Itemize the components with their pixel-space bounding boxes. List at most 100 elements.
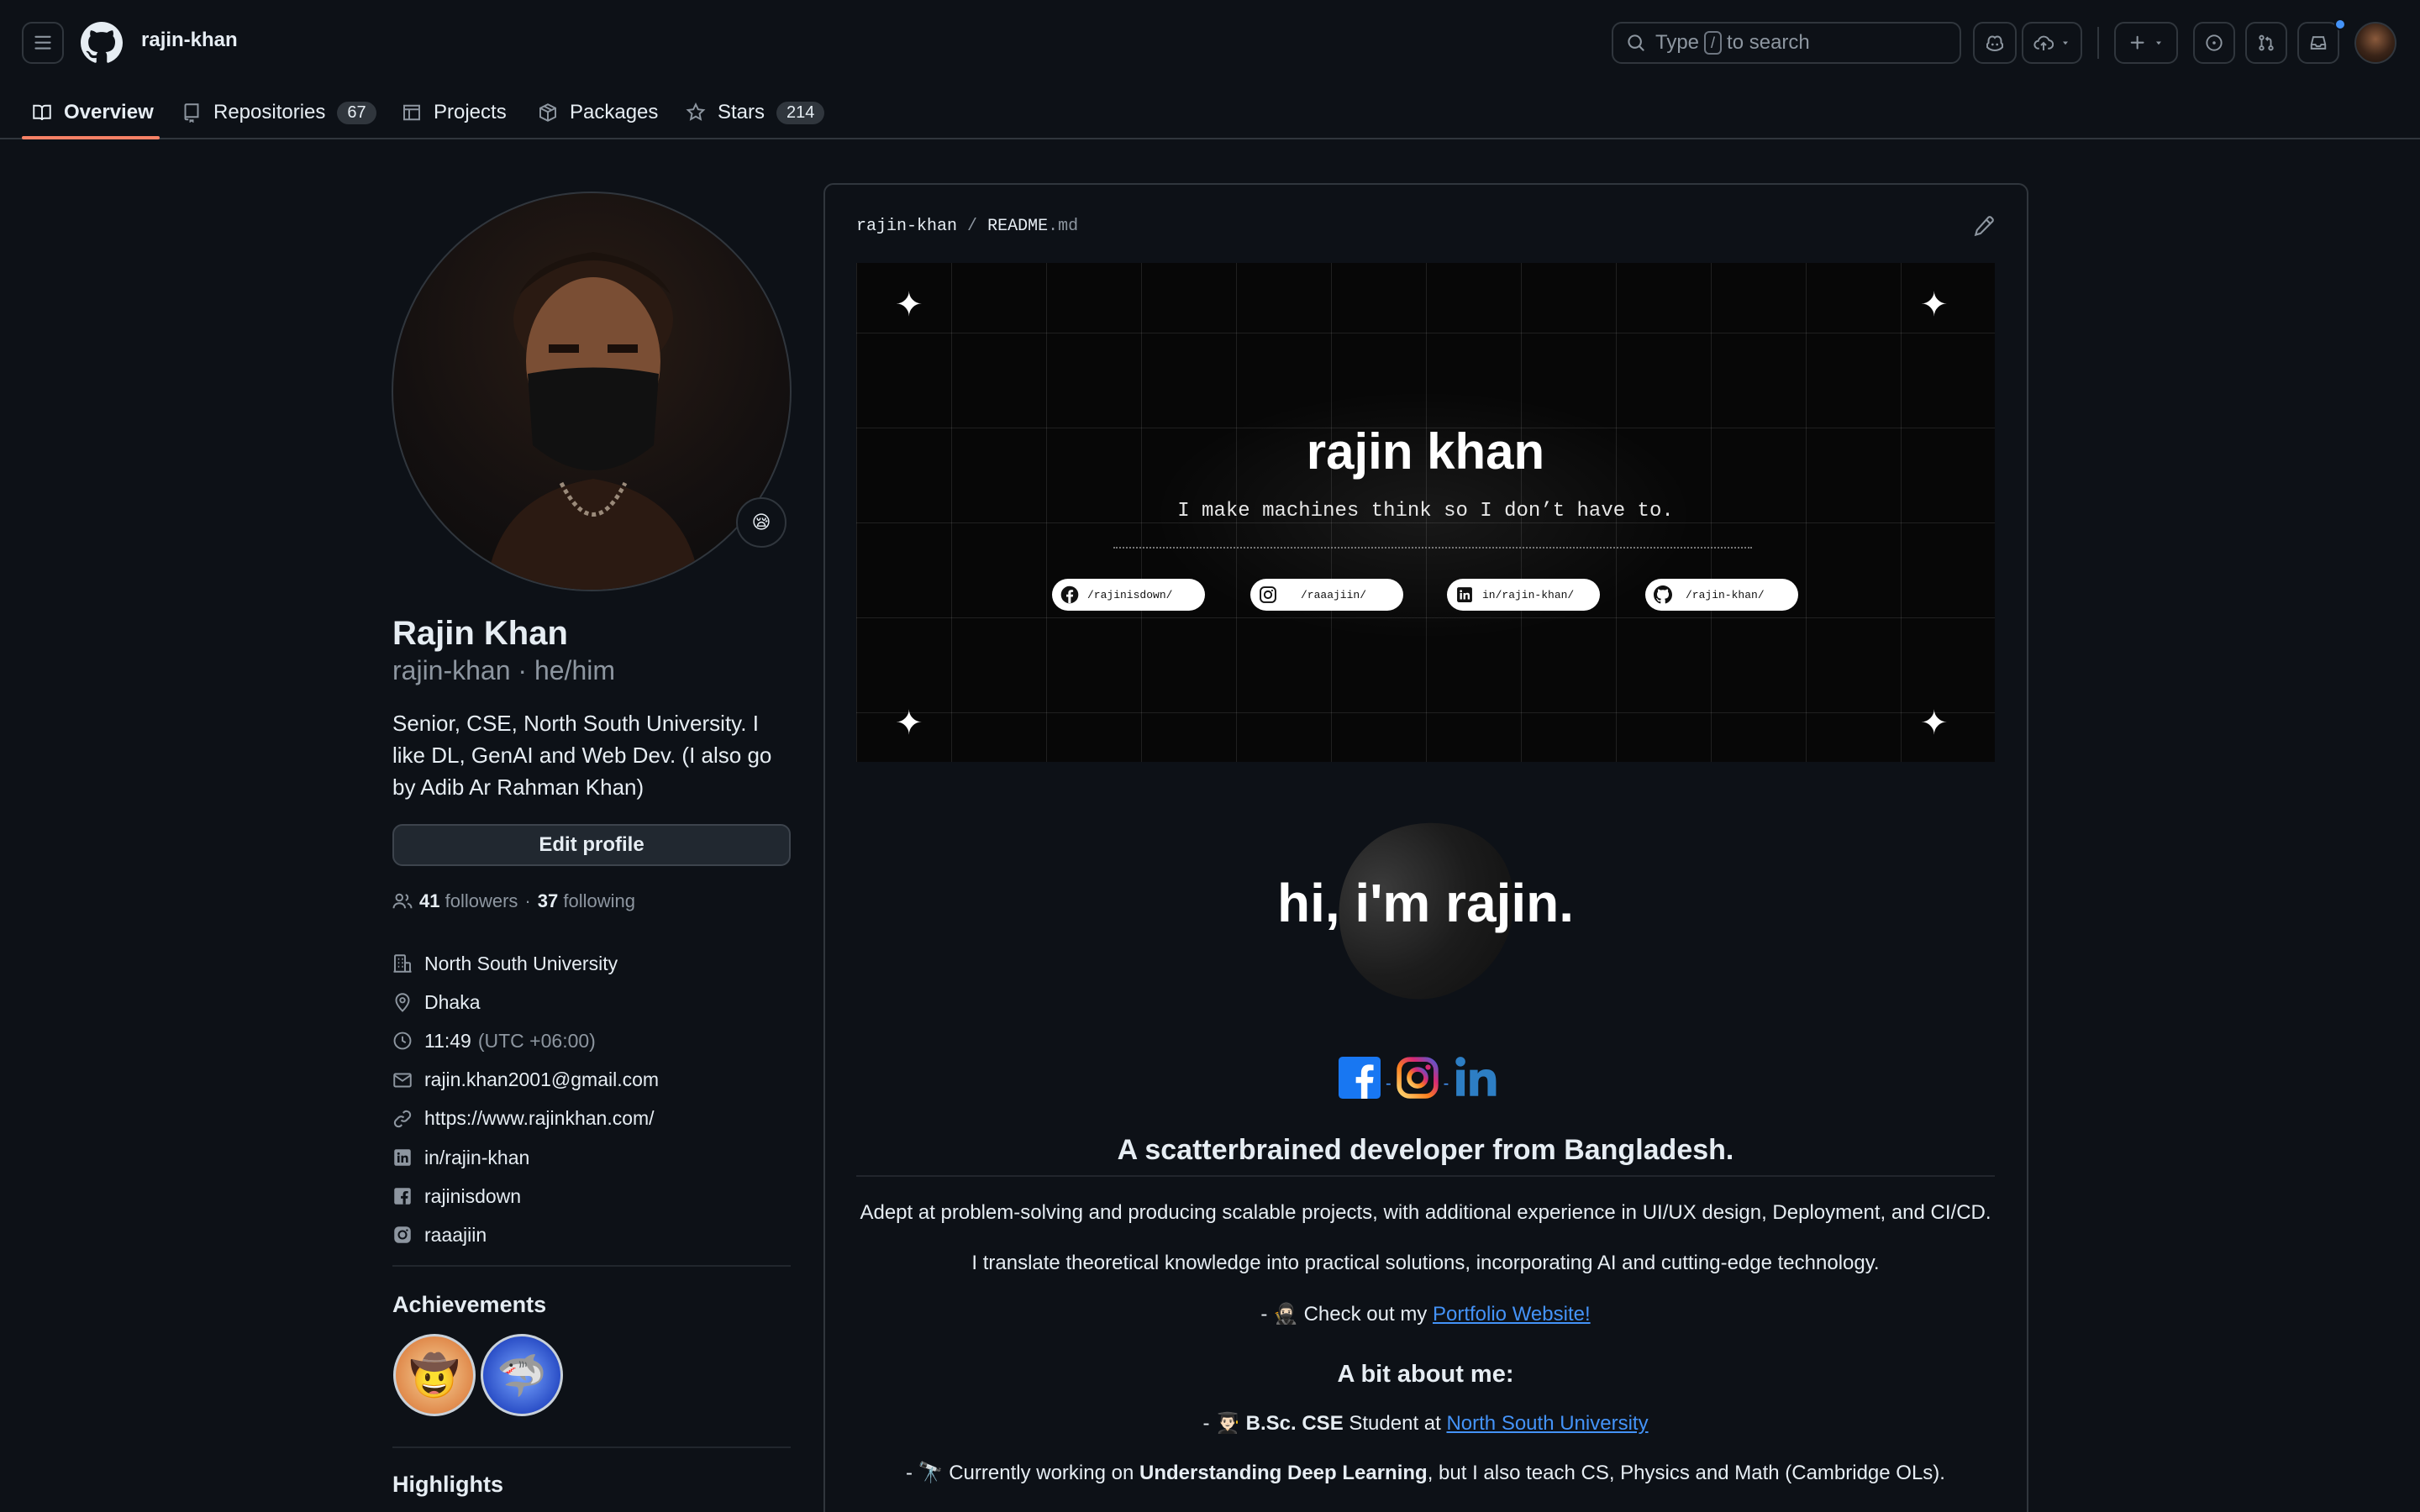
local-time-text: 11:49 — [424, 1029, 471, 1052]
instagram-link[interactable]: raaajiin — [424, 1224, 487, 1247]
context-username[interactable]: rajin-khan — [141, 29, 238, 52]
facebook-item[interactable]: rajinisdown — [392, 1177, 796, 1215]
active-tab-indicator — [22, 136, 160, 139]
achievement-badge-quickdraw[interactable]: 🤠 — [393, 1334, 476, 1416]
location-icon — [392, 992, 413, 1013]
local-time-item: 11:49 (UTC +06:00) — [392, 1021, 796, 1060]
readme-working-line: - 🔭 Currently working on Understanding D… — [856, 1461, 1995, 1485]
issue-opened-icon — [2205, 34, 2223, 52]
tab-projects[interactable]: Projects — [402, 86, 507, 139]
copilot-button[interactable] — [1973, 22, 2017, 64]
github-icon — [1654, 585, 1672, 604]
profile-details: North South University Dhaka 11:49 (UTC … — [392, 944, 796, 1255]
package-icon — [538, 102, 558, 123]
readme-owner-link[interactable]: rajin-khan — [856, 217, 957, 236]
followers-link[interactable]: 41 followers — [419, 890, 518, 912]
sparkle-icon: ✦ — [1920, 286, 1949, 323]
university-link[interactable]: North South University — [1446, 1412, 1648, 1435]
banner-instagram-link[interactable]: /raaajiin/ — [1250, 579, 1403, 611]
working-suffix: , but I also teach CS, Physics and Math … — [1427, 1462, 1945, 1484]
banner-link-label: in/rajin-khan/ — [1482, 588, 1575, 601]
star-icon — [686, 102, 706, 123]
follow-stats: 41 followers · 37 following — [392, 890, 635, 912]
facebook-link[interactable]: rajinisdown — [424, 1185, 521, 1208]
sidebar-divider — [392, 1446, 791, 1448]
email-link[interactable]: rajin.khan2001@gmail.com — [424, 1068, 659, 1091]
link-icon — [392, 1109, 413, 1129]
readme-extension: .md — [1048, 217, 1079, 236]
chevron-down-icon — [2154, 38, 2164, 48]
tab-overview[interactable]: Overview — [32, 86, 154, 139]
hamburger-icon — [34, 34, 52, 52]
chevron-down-icon — [2060, 38, 2070, 48]
banner-link-label: /rajin-khan/ — [1686, 588, 1765, 601]
notifications-button[interactable] — [2297, 22, 2339, 64]
readme-paragraph-1: Adept at problem-solving and producing s… — [860, 1201, 1991, 1224]
tab-label: Projects — [434, 101, 507, 123]
website-link[interactable]: https://www.rajinkhan.com/ — [424, 1107, 655, 1130]
profile-avatar[interactable] — [392, 192, 792, 591]
notification-indicator — [2334, 18, 2346, 30]
readme-degree-line: - 👨🏻‍🎓 B.Sc. CSE Student at North South … — [856, 1411, 1995, 1436]
issues-button[interactable] — [2193, 22, 2235, 64]
table-icon — [402, 102, 422, 123]
mail-icon — [392, 1070, 413, 1090]
codespaces-button[interactable] — [2022, 22, 2082, 64]
create-new-button[interactable] — [2114, 22, 2178, 64]
repo-count-badge: 67 — [337, 101, 376, 124]
working-prefix: - 🔭 Currently working on — [906, 1462, 1134, 1484]
achievement-badge-pull-shark[interactable]: 🦈 — [481, 1334, 563, 1416]
github-logo-icon[interactable] — [81, 22, 123, 64]
search-shortcut-key: / — [1704, 31, 1723, 55]
edit-readme-button[interactable] — [1973, 215, 1995, 237]
user-avatar-menu[interactable] — [2354, 22, 2396, 64]
banner-linkedin-link[interactable]: in/rajin-khan/ — [1447, 579, 1600, 611]
linkedin-logo-link[interactable] — [1454, 1057, 1501, 1099]
social-separator: - — [1443, 1074, 1449, 1093]
sparkle-icon: ✦ — [1920, 705, 1949, 742]
banner-github-link[interactable]: /rajin-khan/ — [1645, 579, 1798, 611]
menu-button[interactable] — [22, 22, 64, 64]
website-item[interactable]: https://www.rajinkhan.com/ — [392, 1100, 796, 1138]
sparkle-icon: ✦ — [895, 286, 923, 323]
edit-profile-button[interactable]: Edit profile — [392, 824, 791, 866]
repo-icon — [182, 102, 202, 123]
working-bold: Understanding Deep Learning — [1139, 1462, 1428, 1484]
tab-label: Packages — [570, 101, 659, 123]
greeting-text: hi, i'm rajin. — [1276, 873, 1575, 933]
search-input[interactable]: Type / to search — [1612, 22, 1961, 64]
banner-title: rajin khan — [1306, 423, 1545, 480]
pull-requests-button[interactable] — [2245, 22, 2287, 64]
tab-label: Overview — [64, 101, 154, 123]
sparkle-icon: ✦ — [895, 705, 923, 742]
portfolio-link[interactable]: Portfolio Website! — [1433, 1303, 1591, 1326]
following-link[interactable]: 37 following — [538, 890, 635, 912]
organization-text: North South University — [424, 952, 618, 974]
linkedin-item[interactable]: in/rajin-khan — [392, 1138, 796, 1177]
tab-packages[interactable]: Packages — [538, 86, 658, 139]
inbox-icon — [2309, 34, 2328, 52]
tab-stars[interactable]: Stars 214 — [686, 86, 825, 139]
linkedin-icon — [1455, 1057, 1497, 1096]
status-emoji-button[interactable]: 😪 — [736, 497, 786, 548]
instagram-item[interactable]: raaajiin — [392, 1215, 796, 1254]
followers-count: 41 — [419, 890, 440, 911]
location-item: Dhaka — [392, 983, 796, 1021]
instagram-logo-link[interactable] — [1396, 1057, 1439, 1099]
linkedin-link[interactable]: in/rajin-khan — [424, 1147, 529, 1169]
organization-item: North South University — [392, 944, 796, 983]
tab-repositories[interactable]: Repositories 67 — [182, 86, 376, 139]
cloud-upload-icon — [2033, 33, 2054, 53]
banner-link-label: /raaajiin/ — [1301, 588, 1367, 601]
people-icon — [392, 891, 413, 911]
degree-bold: B.Sc. CSE — [1245, 1412, 1344, 1435]
banner-facebook-link[interactable]: /rajinisdown/ — [1052, 579, 1205, 611]
pencil-icon — [1973, 215, 1995, 237]
clock-icon — [392, 1031, 413, 1051]
achievements-heading[interactable]: Achievements — [392, 1292, 546, 1318]
facebook-logo-link[interactable] — [1339, 1057, 1381, 1099]
facebook-icon — [392, 1186, 413, 1206]
following-label: following — [563, 890, 635, 911]
stars-count-badge: 214 — [776, 101, 825, 124]
email-item[interactable]: rajin.khan2001@gmail.com — [392, 1061, 796, 1100]
